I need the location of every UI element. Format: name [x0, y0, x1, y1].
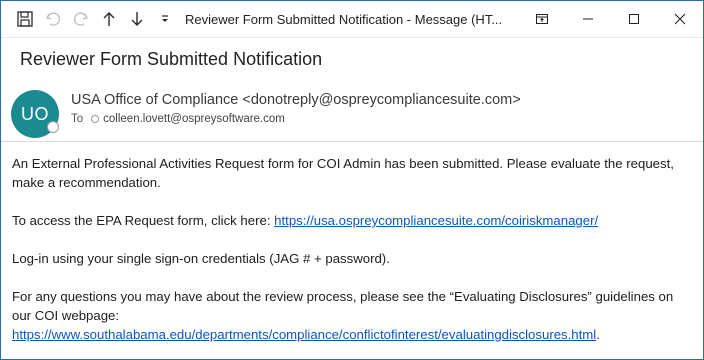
recipient-line: To colleen.lovett@ospreysoftware.com — [71, 113, 285, 125]
to-label: To — [71, 113, 84, 125]
next-item-arrow-down-icon[interactable] — [123, 5, 151, 33]
title-bar: Reviewer Form Submitted Notification - M… — [1, 1, 703, 38]
avatar-initials: UO — [21, 103, 49, 124]
ribbon-display-options-icon[interactable] — [519, 1, 565, 37]
presence-status-icon — [47, 121, 59, 133]
message-window: Reviewer Form Submitted Notification - M… — [0, 0, 704, 360]
customize-toolbar-chevron-icon[interactable] — [151, 5, 179, 33]
redo-icon[interactable] — [67, 5, 95, 33]
body-paragraph-4: For any questions you may have about the… — [12, 287, 692, 344]
epa-access-text: To access the EPA Request form, click he… — [12, 213, 275, 228]
epa-request-link[interactable]: https://usa.ospreycompliancesuite.com/co… — [274, 213, 598, 228]
undo-icon[interactable] — [39, 5, 67, 33]
minimize-icon[interactable] — [565, 1, 611, 37]
message-body: An External Professional Activities Requ… — [12, 154, 692, 359]
maximize-icon[interactable] — [611, 1, 657, 37]
recipient-address[interactable]: colleen.lovett@ospreysoftware.com — [103, 113, 285, 125]
evaluating-disclosures-link[interactable]: https://www.southalabama.edu/departments… — [12, 327, 596, 342]
questions-text: For any questions you may have about the… — [12, 289, 674, 323]
message-subject: Reviewer Form Submitted Notification — [20, 49, 323, 69]
window-title: Reviewer Form Submitted Notification - M… — [185, 11, 503, 27]
body-paragraph-3: Log-in using your single sign-on credent… — [12, 251, 390, 266]
previous-item-arrow-up-icon[interactable] — [95, 5, 123, 33]
header-divider — [1, 141, 703, 142]
quick-access-toolbar — [1, 1, 179, 37]
body-paragraph-1: An External Professional Activities Requ… — [12, 156, 674, 190]
window-controls — [519, 1, 703, 37]
recipient-presence-icon — [91, 115, 100, 123]
sender-address[interactable]: USA Office of Compliance <donotreply@osp… — [71, 92, 521, 108]
save-icon[interactable] — [11, 5, 39, 33]
close-icon[interactable] — [657, 1, 703, 37]
period-text: . — [596, 327, 600, 342]
body-paragraph-2: To access the EPA Request form, click he… — [12, 211, 692, 230]
